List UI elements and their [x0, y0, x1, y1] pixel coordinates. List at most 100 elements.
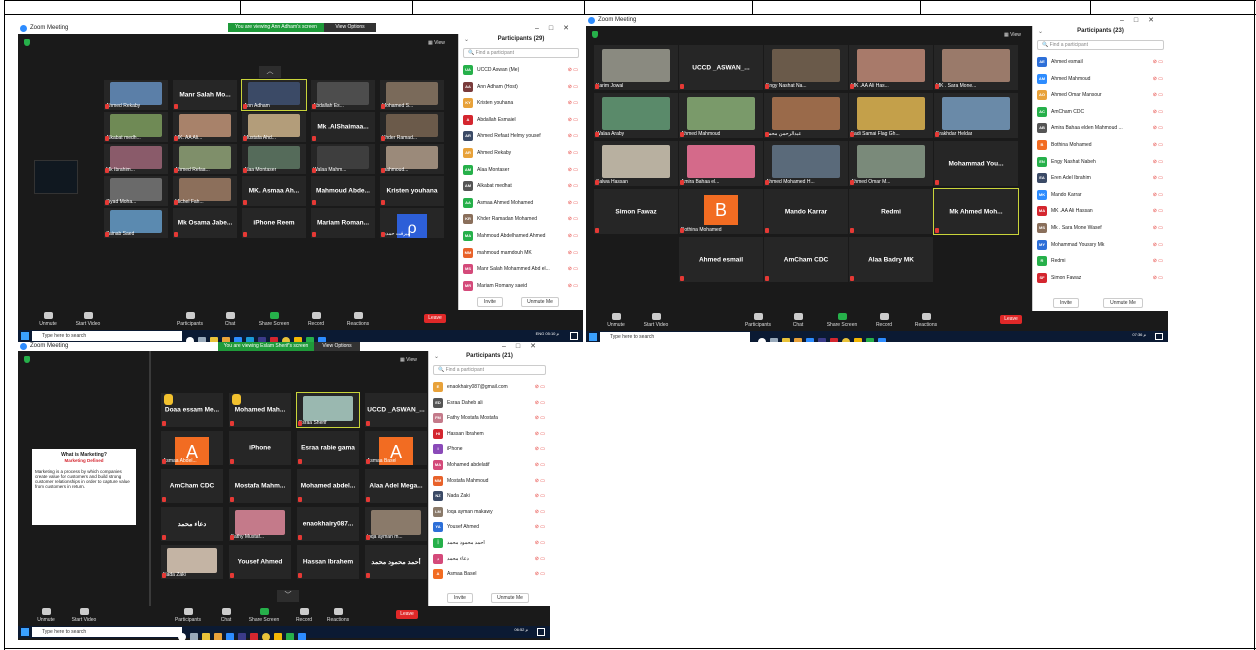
muted-mic-icon[interactable]: ⊘ ▭ [535, 384, 545, 390]
muted-mic-icon[interactable]: ⊘ ▭ [535, 478, 545, 484]
chrome-icon[interactable] [262, 633, 270, 640]
start-video-button[interactable]: Start Video [68, 312, 108, 327]
participant-video-tile[interactable]: MK . Sara Mone... [934, 45, 1018, 90]
reactions-button[interactable]: Reactions [906, 313, 946, 328]
muted-mic-icon[interactable]: ⊘ ▭ [1153, 175, 1163, 181]
unmute-button[interactable]: Unmute [26, 608, 66, 623]
participant-video-tile[interactable]: Mohamed abdel... [297, 469, 359, 503]
participant-video-tile[interactable]: أحمد محمود محمد [365, 545, 427, 579]
muted-mic-icon[interactable]: ⊘ ▭ [535, 571, 545, 577]
participant-row[interactable]: MM mahmoud mamdouh MK ⊘ ▭ [459, 245, 583, 262]
participant-video-tile[interactable]: Engy Nashat Na... [764, 45, 848, 90]
participant-video-tile[interactable]: Esraa Sherif [296, 392, 360, 428]
participant-video-tile[interactable]: Michel Fah... [173, 176, 237, 206]
participant-video-tile[interactable]: ρ ميرفت حمدي [380, 208, 444, 238]
participant-video-tile[interactable]: Amira Bahaa el... [679, 141, 763, 186]
store-icon[interactable] [202, 633, 210, 640]
participant-video-tile[interactable]: Walaa Mahm... [311, 144, 375, 174]
participant-video-tile[interactable]: Salwa Hassan [594, 141, 678, 186]
participant-row[interactable]: MS Manr Salah Mohammed Abd el... ⊘ ▭ [459, 261, 583, 278]
notifications-icon[interactable] [537, 628, 545, 636]
participant-video-tile[interactable]: AmCham CDC [764, 237, 848, 282]
record-button[interactable]: Record [864, 313, 904, 328]
participant-video-tile[interactable]: Nada Zaki [161, 545, 223, 579]
muted-mic-icon[interactable]: ⊘ ▭ [568, 250, 578, 256]
participant-video-tile[interactable]: B Bothina Mohamed [679, 189, 763, 234]
participant-video-tile[interactable]: Ahmed Mohamed H... [764, 141, 848, 186]
muted-mic-icon[interactable]: ⊘ ▭ [568, 167, 578, 173]
participant-video-tile[interactable]: Esraa rabie gama [297, 431, 359, 465]
participant-row[interactable]: UA UCCD Aswan (Me) ⊘ ▭ [459, 62, 583, 79]
participant-video-tile[interactable]: enaokhairy087... [297, 507, 359, 541]
notifications-icon[interactable] [1155, 333, 1163, 340]
start-video-button[interactable]: Start Video [64, 608, 104, 623]
explorer-icon[interactable] [214, 633, 222, 640]
participant-video-tile[interactable]: Abdallah Es... [311, 80, 375, 110]
muted-mic-icon[interactable]: ⊘ ▭ [1153, 225, 1163, 231]
muted-mic-icon[interactable]: ⊘ ▭ [568, 100, 578, 106]
scroll-up-arrow-icon[interactable]: ︿ [259, 66, 281, 78]
participant-video-tile[interactable]: AmCham CDC [161, 469, 223, 503]
participant-video-tile[interactable]: A Asmaa Basel [365, 431, 427, 465]
participant-row[interactable]: EA Eren Adel Ibrahim ⊘ ▭ [1033, 170, 1168, 187]
unmute-me-button[interactable]: Unmute Me [1103, 298, 1143, 308]
participant-video-tile[interactable]: Manr Salah Mo... [173, 80, 237, 110]
participant-row[interactable]: AM Alkabat medhat ⊘ ▭ [459, 178, 583, 195]
task-view-icon[interactable] [190, 633, 198, 640]
view-button[interactable]: ▦ View [1004, 32, 1021, 38]
participant-row[interactable]: SF Simon Fawaz ⊘ ▭ [1033, 270, 1168, 287]
muted-mic-icon[interactable]: ⊘ ▭ [535, 415, 545, 421]
zoom-taskbar-icon[interactable] [298, 633, 306, 640]
zoom-taskbar-icon[interactable] [878, 338, 886, 342]
participant-row[interactable]: B Bothina Mohamed ⊘ ▭ [1033, 137, 1168, 154]
adobe-icon[interactable] [830, 338, 838, 342]
participant-row[interactable]: AE Ahmed esmail ⊘ ▭ [1033, 54, 1168, 71]
muted-mic-icon[interactable]: ⊘ ▭ [568, 133, 578, 139]
muted-mic-icon[interactable]: ⊘ ▭ [568, 216, 578, 222]
mail-icon[interactable] [806, 338, 814, 342]
participant-video-tile[interactable]: Ahmed Refaa... [173, 144, 237, 174]
share-screen-button[interactable]: Share Screen [244, 608, 284, 623]
participant-video-tile[interactable]: Hassan Ibrahem [297, 545, 359, 579]
share-screen-button[interactable]: Share Screen [254, 312, 294, 327]
invite-button[interactable]: Invite [447, 593, 473, 603]
unmute-button[interactable]: Unmute [596, 313, 636, 328]
muted-mic-icon[interactable]: ⊘ ▭ [535, 493, 545, 499]
green-app-icon[interactable] [286, 633, 294, 640]
store-icon[interactable] [782, 338, 790, 342]
participant-video-tile[interactable]: عبدالرحمن محمد [764, 93, 848, 138]
participant-row[interactable]: AM Ahmed Mahmoud ⊘ ▭ [1033, 71, 1168, 88]
task-view-icon[interactable] [770, 338, 778, 342]
muted-mic-icon[interactable]: ⊘ ▭ [568, 283, 578, 289]
leave-button[interactable]: Leave [424, 314, 446, 323]
participant-row[interactable]: YA Yousef Ahmed ⊘ ▭ [429, 519, 550, 535]
participant-video-tile[interactable]: Khder Ramad... [380, 112, 444, 142]
unmute-me-button[interactable]: Unmute Me [521, 297, 559, 307]
participant-search-input[interactable]: 🔍 Find a participant [1037, 40, 1164, 50]
participant-row[interactable]: AR Ahmed Rekaby ⊘ ▭ [459, 145, 583, 162]
participant-row[interactable]: Eenaokhairy087@gmail.com ⊘ ▭ [429, 379, 550, 395]
muted-mic-icon[interactable]: ⊘ ▭ [535, 446, 545, 452]
participant-row[interactable]: AR Ahmed Refaat Helmy yousef ⊘ ▭ [459, 128, 583, 145]
participant-video-tile[interactable]: Mk Osama Jabe... [173, 208, 237, 238]
windows-start-icon[interactable] [21, 332, 29, 340]
muted-mic-icon[interactable]: ⊘ ▭ [568, 183, 578, 189]
participant-row[interactable]: AC AmCham CDC ⊘ ▭ [1033, 104, 1168, 121]
start-video-button[interactable]: Start Video [636, 313, 676, 328]
participant-row[interactable]: HI Hassan Ibrahem ⊘ ▭ [429, 426, 550, 442]
participant-search-input[interactable]: 🔍 Find a participant [433, 365, 546, 375]
muted-mic-icon[interactable]: ⊘ ▭ [568, 150, 578, 156]
muted-mic-icon[interactable]: ⊘ ▭ [568, 233, 578, 239]
muted-mic-icon[interactable]: ⊘ ▭ [1153, 59, 1163, 65]
view-options-button[interactable]: View Options [324, 23, 376, 32]
participant-video-tile[interactable]: Mando Karrar [764, 189, 848, 234]
participant-row[interactable]: MA Mahmoud Abdelhamed Ahmed ⊘ ▭ [459, 228, 583, 245]
participant-row[interactable]: R Redmi ⊘ ▭ [1033, 253, 1168, 270]
participant-video-tile[interactable]: UCCD _ASWAN_... [679, 45, 763, 90]
view-options-button[interactable]: View Options [314, 342, 360, 351]
participant-row[interactable]: NZ Nada Zaki ⊘ ▭ [429, 488, 550, 504]
participant-row[interactable]: MY Mohammad Youssry Mk ⊘ ▭ [1033, 237, 1168, 254]
participant-video-tile[interactable]: Ahmed esmail [679, 237, 763, 282]
muted-mic-icon[interactable]: ⊘ ▭ [1153, 125, 1163, 131]
participant-row[interactable]: AA Asmaa Ahmed Mohamed ⊘ ▭ [459, 195, 583, 212]
